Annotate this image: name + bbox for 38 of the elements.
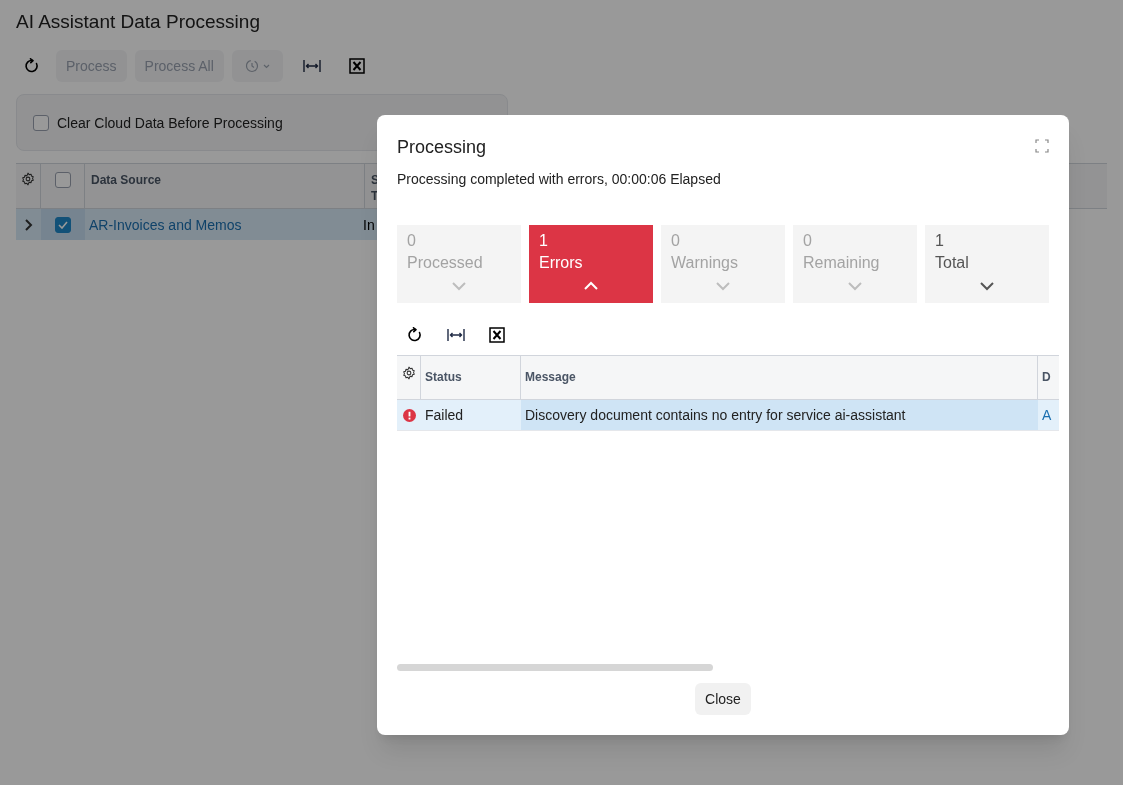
- select-all-checkbox[interactable]: [54, 172, 71, 188]
- checkbox[interactable]: [33, 114, 49, 131]
- summary-tile[interactable]: 0 Warnings: [661, 225, 785, 303]
- error-icon: [402, 408, 416, 422]
- table-cell-text: In: [363, 215, 375, 235]
- summary-tile[interactable]: 1 Total: [925, 225, 1049, 303]
- row-checkbox[interactable]: [55, 216, 71, 233]
- excel-export-icon[interactable]: [348, 58, 365, 74]
- summary-tile[interactable]: 0 Processed: [397, 225, 521, 303]
- checkmark-icon: [58, 220, 68, 229]
- settings-icon[interactable]: [21, 172, 35, 186]
- column-header: Data Source: [91, 172, 162, 188]
- refresh-icon[interactable]: [24, 58, 40, 74]
- collapse-icon[interactable]: [583, 281, 599, 291]
- summary-tile[interactable]: 1 Errors: [529, 225, 653, 303]
- column-header: T: [371, 188, 379, 204]
- column-header: Message: [525, 370, 576, 384]
- close-button[interactable]: Close: [695, 683, 751, 715]
- dialog-title: Processing: [397, 136, 487, 159]
- horizontal-scrollbar[interactable]: [397, 664, 713, 671]
- table-cell: Discovery document contains no entry for service ai-assistant: [521, 400, 1038, 430]
- fit-width-icon[interactable]: [447, 327, 465, 343]
- page-title: AI Assistant Data Processing: [16, 10, 261, 34]
- history-icon: [244, 59, 271, 73]
- status-message: Processing completed with errors, 00:00:06 Elapsed: [397, 170, 722, 189]
- excel-export-icon[interactable]: [489, 327, 505, 343]
- fit-width-icon[interactable]: [302, 58, 321, 74]
- expand-icon[interactable]: [23, 217, 34, 232]
- data-source-link[interactable]: AR-Invoices and Memos: [85, 214, 363, 235]
- settings-icon[interactable]: [401, 366, 416, 380]
- summary-tile[interactable]: 0 Remaining: [793, 225, 917, 303]
- table-link[interactable]: A: [1038, 405, 1052, 425]
- table-cell-text: Failed: [424, 406, 465, 425]
- expand-icon[interactable]: [979, 281, 995, 291]
- refresh-icon[interactable]: [407, 327, 423, 343]
- column-header: Status: [425, 370, 462, 384]
- checkbox-label: Clear Cloud Data Before Processing: [57, 113, 283, 133]
- column-header: D: [1042, 370, 1051, 384]
